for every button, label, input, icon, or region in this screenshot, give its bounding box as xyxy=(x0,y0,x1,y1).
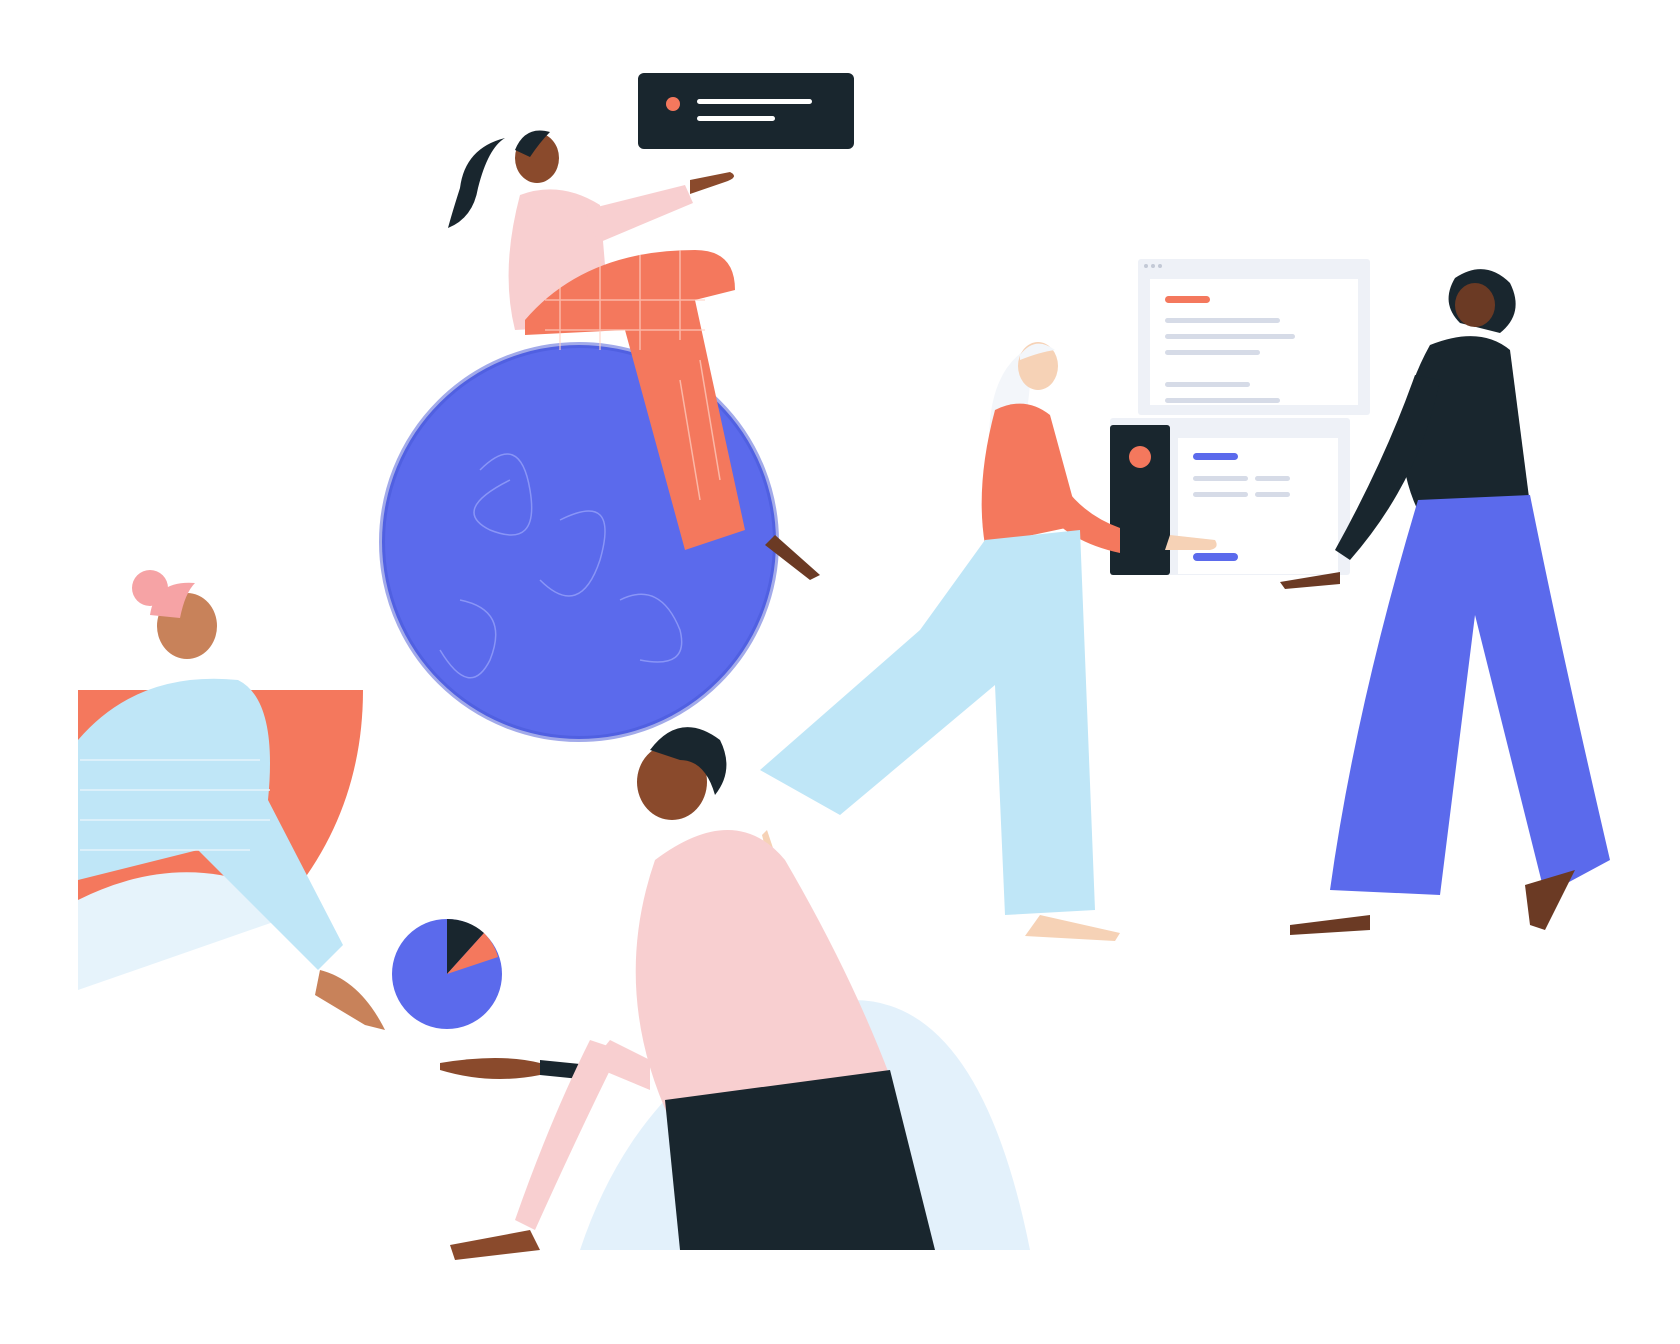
browser-window xyxy=(1138,259,1370,415)
illustration-canvas xyxy=(0,0,1680,1344)
woman-left xyxy=(78,570,385,1030)
message-card xyxy=(638,73,854,149)
man-bottom xyxy=(440,727,1030,1260)
illustration-svg xyxy=(78,73,1610,1260)
pie-chart-ball xyxy=(392,918,502,1029)
data-card xyxy=(1110,418,1350,575)
